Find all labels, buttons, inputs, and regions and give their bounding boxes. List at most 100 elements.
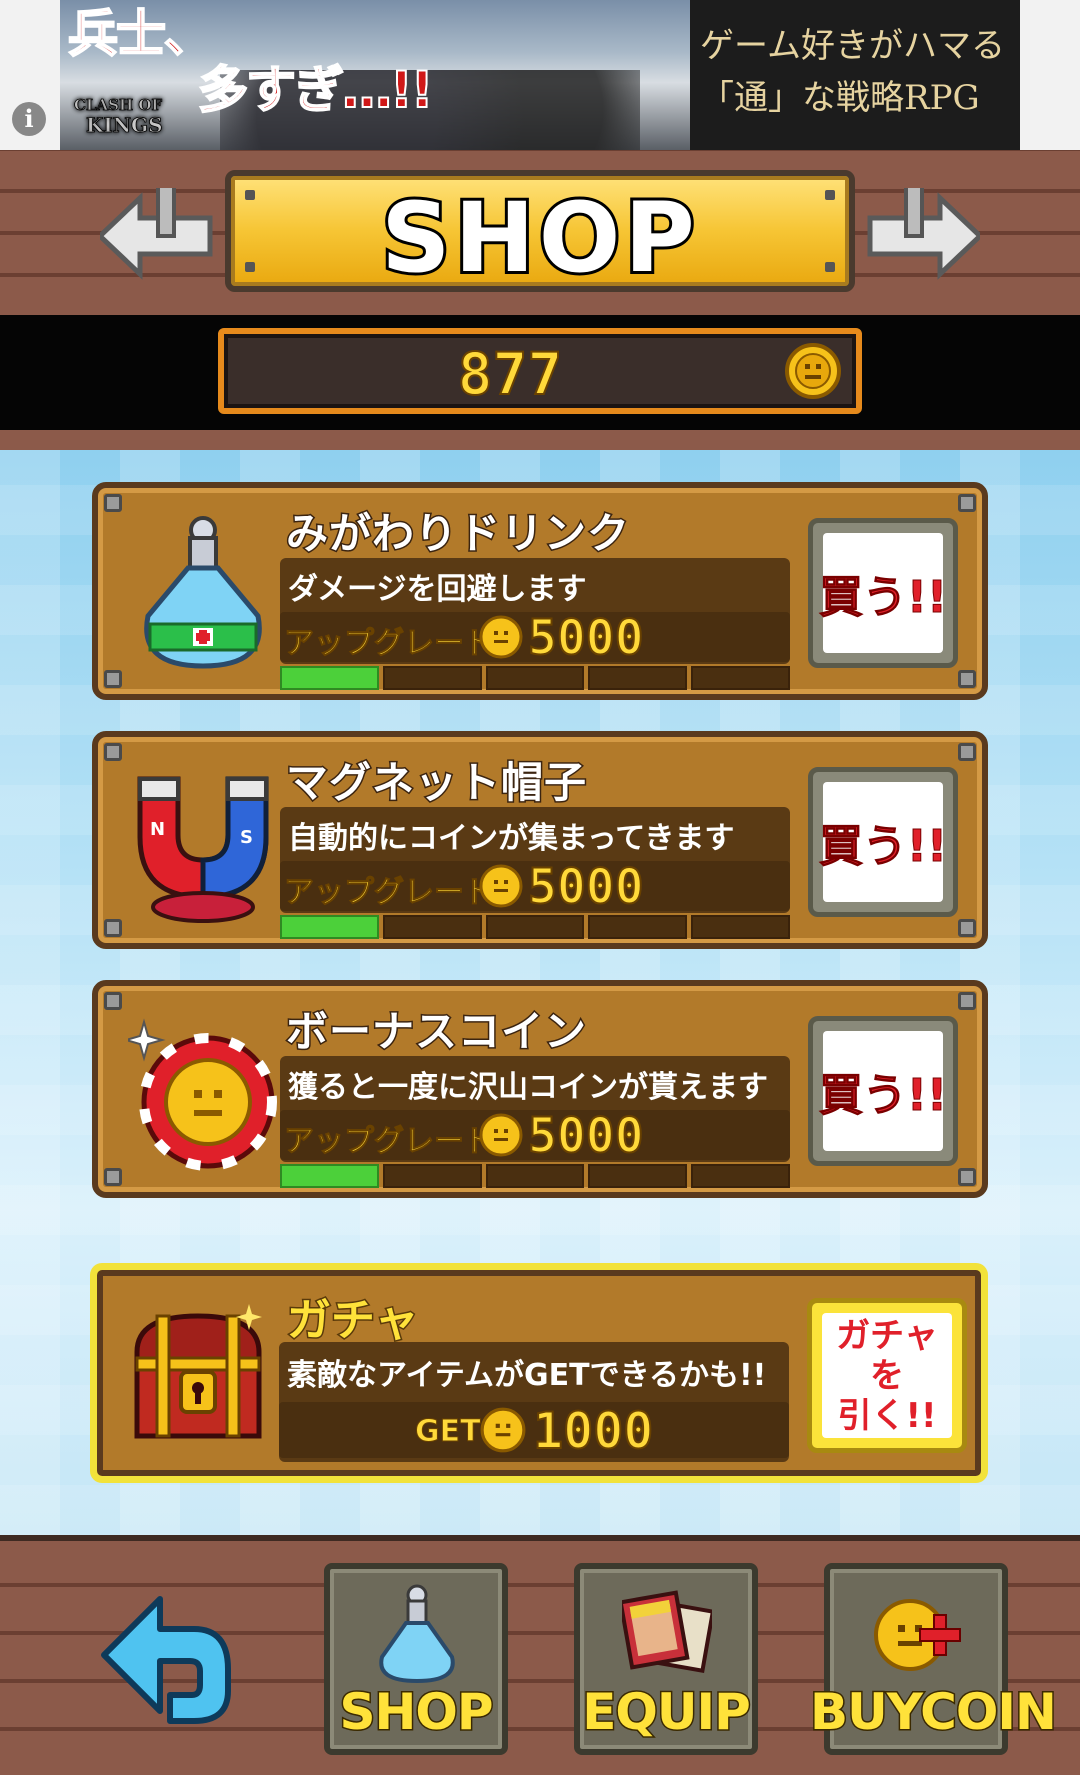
- shop-item-card: N S マグネット帽子 自動的にコインが集まってきます アップグレード 5000…: [92, 731, 988, 949]
- buy-button-label: 買う!!: [818, 572, 948, 624]
- rivet: [958, 1168, 976, 1186]
- upgrade-label: アップグレード: [284, 875, 495, 911]
- rivet: [104, 1168, 122, 1186]
- coin-icon: [785, 343, 841, 399]
- upgrade-row: アップグレード 5000: [280, 609, 790, 667]
- buy-button-face: 買う!!: [818, 1031, 948, 1151]
- buy-button[interactable]: 買う!!: [808, 518, 958, 668]
- ad-image[interactable]: 兵士、 多すぎ…!! CLASH OF KINGS: [60, 0, 690, 150]
- gacha-title: ガチャ: [286, 1294, 421, 1348]
- gacha-price: 1000: [532, 1401, 654, 1461]
- rivet: [104, 992, 122, 1010]
- gacha-description: 素敵なアイテムがGETできるかも!!: [287, 1358, 767, 1393]
- rivet: [958, 670, 976, 688]
- buy-button[interactable]: 買う!!: [808, 767, 958, 917]
- character-cards-icon: [622, 1590, 712, 1674]
- rivet: [104, 743, 122, 761]
- shop-title-plate: SHOP: [225, 170, 855, 297]
- upgrade-row: アップグレード 5000: [280, 1107, 790, 1165]
- level-segment-filled: [280, 915, 379, 939]
- level-segment: [382, 666, 482, 690]
- ad-banner[interactable]: i 兵士、 多すぎ…!! CLASH OF KINGS ゲーム好きがハマる 「通…: [0, 0, 1080, 150]
- page-title: SHOP: [378, 179, 699, 297]
- nav-buycoin-label: BUYCOIN: [809, 1682, 1059, 1743]
- level-segment: [382, 915, 482, 939]
- upgrade-price: 5000: [527, 1107, 645, 1165]
- level-segment: [485, 915, 585, 939]
- level-segment: [588, 666, 688, 690]
- right-arrow-decoration-icon: [867, 188, 980, 280]
- gacha-pull-button[interactable]: ガチャを 引く!!: [807, 1298, 967, 1453]
- item-name: みがわりドリンク: [284, 508, 631, 560]
- wood-divider: [0, 430, 1080, 450]
- item-description-box: 自動的にコインが集まってきます アップグレード 5000: [280, 807, 790, 916]
- back-arrow-icon[interactable]: [96, 1585, 236, 1735]
- gacha-card: ガチャ 素敵なアイテムがGETできるかも!! GET 1000 ガチャを 引く!…: [90, 1263, 988, 1483]
- ad-right-margin: [1020, 0, 1080, 150]
- level-segment: [691, 915, 790, 939]
- upgrade-price: 5000: [527, 858, 645, 916]
- level-segment: [485, 1164, 585, 1188]
- buy-button-face: 買う!!: [818, 533, 948, 653]
- ad-tagline-line1: ゲーム好きがハマる: [700, 26, 1005, 66]
- upgrade-level-bar: [280, 1164, 790, 1188]
- shop-item-card: みがわりドリンク ダメージを回避します アップグレード 5000 買う!!: [92, 482, 988, 700]
- gacha-button-label: ガチャを 引く!!: [836, 1315, 938, 1436]
- ad-tagline[interactable]: ゲーム好きがハマる 「通」な戦略RPG: [690, 0, 1020, 150]
- gacha-description-box: 素敵なアイテムがGETできるかも!! GET 1000: [279, 1342, 789, 1462]
- item-description: 獲ると一度に沢山コインが貰えます: [288, 1070, 768, 1105]
- treasure-chest-icon: [134, 1304, 262, 1439]
- info-icon[interactable]: i: [12, 102, 46, 136]
- buy-button[interactable]: 買う!!: [808, 1016, 958, 1166]
- item-name: マグネット帽子: [284, 757, 588, 809]
- nav-shop-label: SHOP: [338, 1682, 495, 1743]
- svg-text:S: S: [240, 827, 253, 848]
- level-segment: [588, 1164, 688, 1188]
- level-segment-filled: [280, 1164, 379, 1188]
- svg-text:N: N: [150, 819, 165, 840]
- upgrade-label: アップグレード: [284, 626, 495, 662]
- svg-text:CLASH OF: CLASH OF: [74, 96, 162, 114]
- coin-icon: [480, 1407, 526, 1453]
- level-segment: [588, 915, 688, 939]
- ad-logo: CLASH OF KINGS: [70, 92, 190, 143]
- nav-equip-label: EQUIP: [581, 1682, 753, 1743]
- rivet: [104, 494, 122, 512]
- coin-plus-icon: [874, 1599, 961, 1671]
- left-arrow-decoration-icon: [100, 188, 213, 280]
- coin-count: 877: [457, 339, 564, 409]
- upgrade-level-bar: [280, 666, 790, 690]
- level-segment: [382, 1164, 482, 1188]
- rivet: [104, 919, 122, 937]
- item-description: 自動的にコインが集まってきます: [288, 821, 735, 856]
- level-segment: [485, 666, 585, 690]
- upgrade-price: 5000: [527, 609, 645, 667]
- ad-tagline-line2: 「通」な戦略RPG: [700, 78, 980, 118]
- gacha-price-row: GET 1000: [279, 1401, 789, 1461]
- buy-button-label: 買う!!: [818, 1070, 948, 1122]
- nav-buycoin-button[interactable]: BUYCOIN: [809, 1563, 1058, 1755]
- svg-text:KINGS: KINGS: [86, 113, 163, 137]
- ad-headline-line2: 多すぎ…!!: [197, 61, 435, 119]
- shop-item-card: ボーナスコイン 獲ると一度に沢山コインが貰えます アップグレード 5000 買う…: [92, 980, 988, 1198]
- coin-icon: [479, 864, 523, 908]
- nav-shop-button[interactable]: SHOP: [324, 1563, 508, 1755]
- potion-icon: [379, 1584, 455, 1683]
- level-segment-filled: [280, 666, 379, 690]
- coin-balance: 877: [218, 328, 862, 414]
- level-segment: [691, 666, 790, 690]
- rivet: [958, 743, 976, 761]
- coin-icon: [479, 1113, 523, 1157]
- gacha-button-face: ガチャを 引く!!: [822, 1313, 952, 1438]
- item-description-box: ダメージを回避します アップグレード 5000: [280, 558, 790, 667]
- item-name: ボーナスコイン: [284, 1006, 588, 1058]
- upgrade-row: アップグレード 5000: [280, 858, 790, 916]
- potion-icon: [144, 516, 262, 669]
- rivet: [958, 919, 976, 937]
- nav-equip-button[interactable]: EQUIP: [574, 1563, 758, 1755]
- ad-headline-line1: 兵士、: [67, 5, 215, 63]
- item-description-box: 獲ると一度に沢山コインが貰えます アップグレード 5000: [280, 1056, 790, 1165]
- bonus-coin-icon: [128, 1018, 277, 1171]
- rivet: [958, 992, 976, 1010]
- coin-icon: [479, 615, 523, 659]
